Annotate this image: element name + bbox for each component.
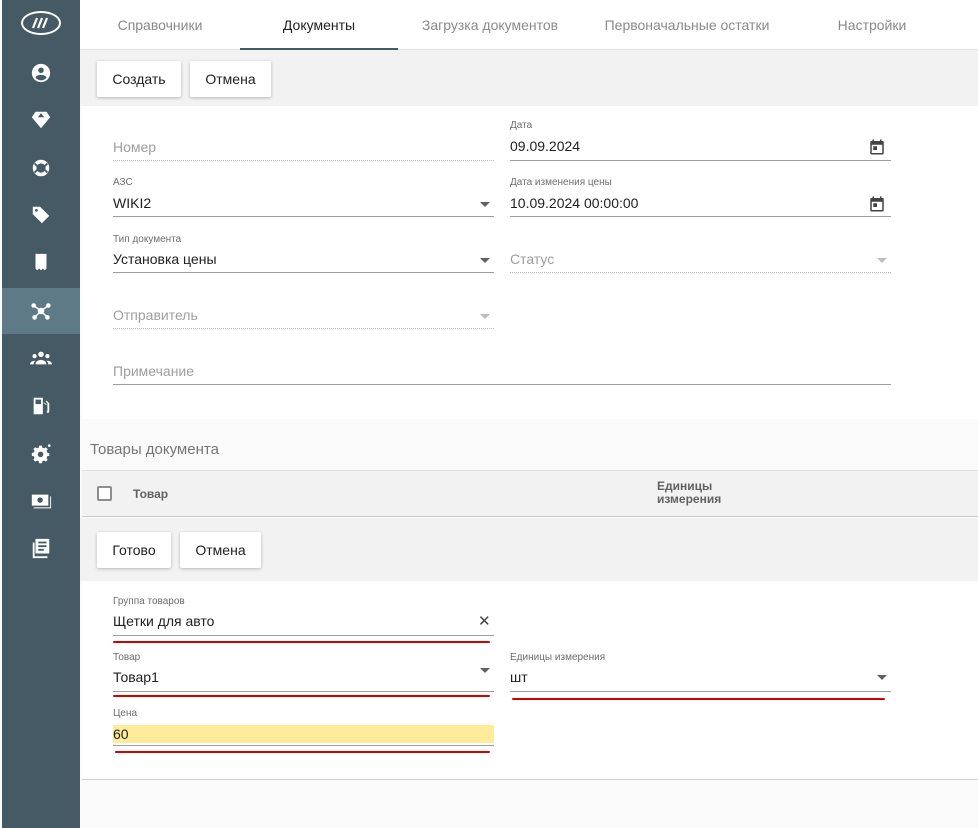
price-change-date-label: Дата изменения цены [510,177,612,188]
gear-icon [31,444,51,464]
cancel-button[interactable]: Отмена [190,61,271,97]
product-group-underline [113,635,494,636]
doc-type-underline [113,272,494,273]
goods-section-title: Товары документа [90,441,219,458]
status-underline [510,272,891,273]
column-header-units[interactable]: Единицы измерения [657,480,721,506]
sidebar-item-lifebuoy[interactable] [2,145,80,191]
logo-icon [21,11,61,35]
tab-initial-balances[interactable]: Первоначальные остатки [582,0,792,50]
document-form: Номер Дата 09.09.2024 АЗС WIKI2 Дата изм… [82,106,978,419]
doc-type-label: Тип документа [113,234,182,245]
logo[interactable] [2,0,80,46]
sidebar [2,0,80,828]
diamond-icon [31,111,51,129]
units-label: Единицы измерения [510,652,606,663]
chevron-down-icon[interactable] [877,258,887,263]
journal-icon [32,538,50,559]
product-group-field[interactable]: Щетки для авто [113,613,214,629]
tag-icon [32,206,50,224]
chevron-down-icon[interactable] [480,202,490,207]
price-change-date-field[interactable]: 10.09.2024 00:00:00 [510,195,638,211]
sidebar-item-receipt[interactable] [2,240,80,286]
product-select[interactable]: Товар1 [113,669,159,685]
clear-icon[interactable]: ✕ [478,612,491,630]
note-field[interactable]: Примечание [113,363,194,379]
annotation-underline [115,751,490,753]
done-button[interactable]: Готово [97,532,171,568]
number-underline [113,160,494,161]
sender-underline [113,328,494,329]
calendar-icon[interactable] [868,195,886,213]
cash-icon [31,494,52,509]
sidebar-item-diamond[interactable] [2,97,80,143]
sidebar-item-tags[interactable] [2,192,80,238]
date-underline [510,160,891,161]
tab-directories[interactable]: Справочники [80,0,240,50]
doc-type-select[interactable]: Установка цены [113,251,217,267]
product-underline [113,691,494,692]
date-label: Дата [510,120,533,131]
station-label: АЗС [113,177,133,188]
sender-select[interactable]: Отправитель [113,307,198,323]
sidebar-item-cash[interactable] [2,478,80,524]
station-select[interactable]: WIKI2 [113,195,151,211]
date-field[interactable]: 09.09.2024 [510,138,580,154]
sidebar-item-journal[interactable] [2,525,80,571]
annotation-underline [512,698,885,700]
column-header-units-line2: измерения [657,492,722,506]
fuel-icon [33,397,50,415]
sidebar-item-settings[interactable] [2,430,80,476]
top-tabs: Справочники Документы Загрузка документо… [80,0,978,50]
calendar-icon[interactable] [868,138,886,156]
note-underline [113,384,891,385]
product-group-label: Группа товаров [113,596,185,607]
goods-cancel-button[interactable]: Отмена [180,532,261,568]
sidebar-item-account[interactable] [2,50,80,96]
goods-table-header: Товар Единицы измерения [82,470,978,517]
document-toolbar: Создать Отмена [80,50,978,106]
annotation-underline [113,695,490,697]
network-icon [31,303,51,320]
status-select[interactable]: Статус [510,251,554,267]
product-label: Товар [113,652,141,663]
sidebar-item-fuel[interactable] [2,383,80,429]
annotation-underline [113,641,490,643]
select-all-checkbox[interactable] [97,486,112,501]
tab-documents[interactable]: Документы [240,0,398,50]
price-value: 60 [113,726,129,742]
goods-form: Группа товаров Щетки для авто ✕ Товар То… [82,581,978,780]
account-icon [31,63,51,83]
chevron-down-icon[interactable] [480,314,490,319]
sidebar-item-users[interactable] [2,335,80,381]
tab-settings[interactable]: Настройки [792,0,952,50]
column-header-product[interactable]: Товар [133,487,168,501]
chevron-down-icon[interactable] [877,675,887,680]
users-icon [30,351,52,365]
sidebar-item-network[interactable] [2,288,80,334]
units-select[interactable]: шт [510,669,528,685]
price-label: Цена [113,708,138,719]
create-button[interactable]: Создать [97,61,181,97]
chevron-down-icon[interactable] [480,258,490,263]
receipt-icon [35,253,47,271]
price-change-date-underline [510,216,891,217]
lifebuoy-icon [30,157,52,179]
chevron-down-icon[interactable] [480,668,490,673]
price-underline [113,745,494,746]
number-field[interactable]: Номер [113,139,156,155]
tab-document-upload[interactable]: Загрузка документов [398,0,582,50]
station-underline [113,216,494,217]
goods-toolbar: Готово Отмена [80,518,978,581]
price-field[interactable]: 60 [113,725,494,743]
units-underline [510,691,891,692]
